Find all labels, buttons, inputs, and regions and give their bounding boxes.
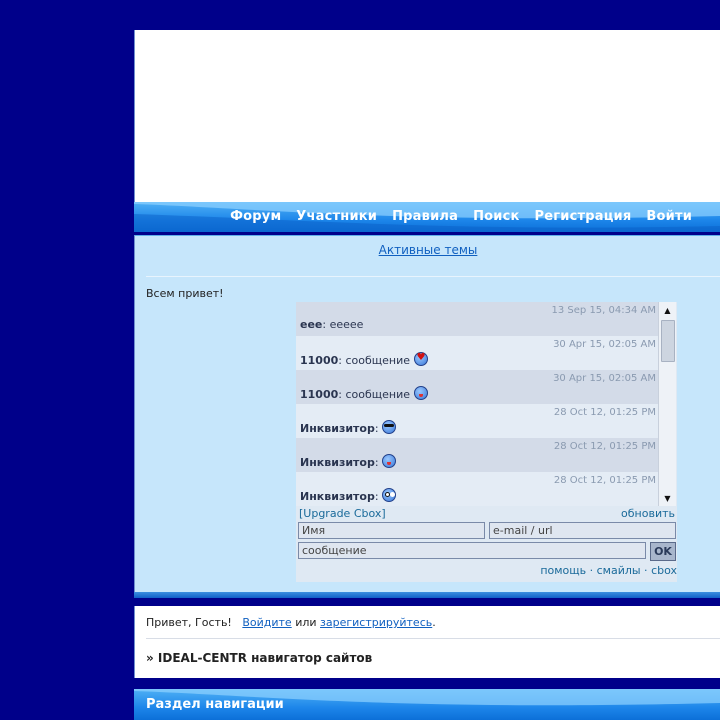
greeting-text: Всем привет! bbox=[146, 287, 224, 300]
header-banner bbox=[134, 30, 720, 202]
site-navigator-title: » IDEAL-CENTR навигатор сайтов bbox=[146, 651, 373, 665]
chat-message: 30 Apr 15, 02:05 AM 11000: сообщение bbox=[296, 370, 658, 404]
message-text: Инквизитор: bbox=[300, 488, 397, 503]
chat-footer: помощь · смайлы · cbox bbox=[540, 564, 677, 577]
chat-url-input[interactable] bbox=[489, 522, 676, 539]
main-footer-bar bbox=[134, 592, 720, 598]
message-author[interactable]: 11000 bbox=[300, 388, 338, 401]
top-navigation: Форум Участники Правила Поиск Регистраци… bbox=[134, 202, 720, 232]
message-time: 28 Oct 12, 01:25 PM bbox=[553, 441, 656, 452]
register-link[interactable]: зарегистрируйтесь bbox=[320, 616, 432, 629]
footer-separator: · bbox=[640, 564, 652, 577]
message-author[interactable]: 11000 bbox=[300, 354, 338, 367]
nav-register[interactable]: Регистрация bbox=[535, 209, 632, 224]
message-text: eee: eeeee bbox=[300, 318, 363, 331]
cool-smiley-icon bbox=[382, 420, 397, 434]
message-body: : eeeee bbox=[322, 318, 364, 331]
rolleyes-smiley-icon bbox=[382, 488, 397, 502]
nav-login[interactable]: Войти bbox=[646, 209, 692, 224]
nav-members[interactable]: Участники bbox=[296, 209, 377, 224]
message-time: 13 Sep 15, 04:34 AM bbox=[551, 305, 656, 316]
chat-box: 13 Sep 15, 04:34 AM eee: eeeee 30 Apr 15… bbox=[296, 302, 677, 582]
guest-or: или bbox=[291, 616, 321, 629]
message-body: : сообщение bbox=[338, 354, 414, 367]
message-body: : bbox=[374, 490, 383, 503]
message-time: 28 Oct 12, 01:25 PM bbox=[553, 475, 656, 486]
message-text: 11000: сообщение bbox=[300, 386, 428, 401]
chat-submit-button[interactable]: OK bbox=[650, 542, 676, 561]
nav-forum[interactable]: Форум bbox=[230, 209, 281, 224]
scroll-down-arrow-icon[interactable]: ▼ bbox=[659, 492, 676, 506]
divider bbox=[146, 638, 720, 639]
chat-links: [Upgrade Cbox] обновить bbox=[296, 507, 677, 521]
scroll-up-arrow-icon[interactable]: ▲ bbox=[659, 304, 676, 318]
chat-message: 28 Oct 12, 01:25 PM Инквизитор: bbox=[296, 472, 658, 506]
chat-scrollbar[interactable]: ▲ ▼ bbox=[658, 302, 676, 506]
login-link[interactable]: Войдите bbox=[242, 616, 291, 629]
main-content: Активные темы Всем привет! 13 Sep 15, 04… bbox=[134, 235, 720, 593]
message-time: 30 Apr 15, 02:05 AM bbox=[553, 373, 656, 384]
upgrade-cbox-link[interactable]: [Upgrade Cbox] bbox=[299, 507, 386, 520]
message-body: : bbox=[374, 456, 383, 469]
chat-message: 30 Apr 15, 02:05 AM 11000: сообщение bbox=[296, 336, 658, 370]
message-body: : сообщение bbox=[338, 388, 414, 401]
chat-name-input[interactable] bbox=[298, 522, 485, 539]
guest-period: . bbox=[432, 616, 436, 629]
message-author[interactable]: eee bbox=[300, 318, 322, 331]
nav-rules[interactable]: Правила bbox=[392, 209, 458, 224]
message-author[interactable]: Инквизитор bbox=[300, 490, 375, 503]
guest-panel: Привет, Гость! Войдите или зарегистрируй… bbox=[134, 606, 720, 678]
section-title: Раздел навигации bbox=[146, 697, 284, 712]
active-topics-link[interactable]: Активные темы bbox=[379, 243, 478, 257]
chat-smileys-link[interactable]: смайлы bbox=[597, 564, 641, 577]
navigation-section-bar: Раздел навигации bbox=[134, 689, 720, 720]
message-text: Инквизитор: bbox=[300, 420, 397, 435]
message-time: 30 Apr 15, 02:05 AM bbox=[553, 339, 656, 350]
guest-hello: Привет, Гость! bbox=[146, 616, 232, 629]
chat-message: 28 Oct 12, 01:25 PM Инквизитор: bbox=[296, 404, 658, 438]
tongue-smiley-icon bbox=[382, 454, 397, 468]
message-text: 11000: сообщение bbox=[300, 352, 428, 367]
message-body: : bbox=[374, 422, 383, 435]
message-author[interactable]: Инквизитор bbox=[300, 456, 375, 469]
message-time: 28 Oct 12, 01:25 PM bbox=[553, 407, 656, 418]
chat-messages: 13 Sep 15, 04:34 AM eee: eeeee 30 Apr 15… bbox=[296, 302, 658, 506]
chat-message-input[interactable] bbox=[298, 542, 646, 559]
tongue-smiley-icon bbox=[413, 386, 428, 400]
refresh-link[interactable]: обновить bbox=[621, 507, 675, 520]
chat-message: 28 Oct 12, 01:25 PM Инквизитор: bbox=[296, 438, 658, 472]
guest-greeting: Привет, Гость! Войдите или зарегистрируй… bbox=[146, 616, 436, 629]
nav-search[interactable]: Поиск bbox=[473, 209, 519, 224]
heart-smiley-icon bbox=[413, 352, 428, 366]
footer-separator: · bbox=[586, 564, 597, 577]
message-text: Инквизитор: bbox=[300, 454, 397, 469]
cbox-link[interactable]: cbox bbox=[651, 564, 677, 577]
divider bbox=[146, 276, 720, 277]
chat-message: 13 Sep 15, 04:34 AM eee: eeeee bbox=[296, 302, 658, 336]
message-author[interactable]: Инквизитор bbox=[300, 422, 375, 435]
scroll-thumb[interactable] bbox=[661, 320, 675, 362]
active-topics-container: Активные темы bbox=[135, 239, 720, 258]
chat-help-link[interactable]: помощь bbox=[540, 564, 586, 577]
page: Форум Участники Правила Поиск Регистраци… bbox=[134, 30, 720, 720]
